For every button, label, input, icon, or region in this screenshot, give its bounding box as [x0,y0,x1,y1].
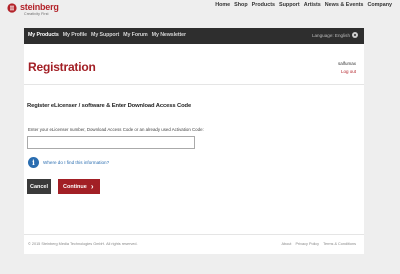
footer-divider [24,234,364,235]
user-nav-bar: My Products My Profile My Support My For… [24,28,364,44]
nav-artists[interactable]: Artists [304,2,321,8]
copyright-text: © 2015 Steinberg Media Technologies GmbH… [28,242,138,246]
nav-news-events[interactable]: News & Events [325,2,364,8]
page-title: Registration [28,60,96,74]
user-nav-my-forum[interactable]: My Forum [123,32,148,38]
logout-link[interactable]: Log out [338,69,356,74]
site-header: steinberg Creativity First Home Shop Pro… [0,0,400,20]
steinberg-logo[interactable]: steinberg Creativity First [7,1,67,19]
footer-link-terms[interactable]: Terms & Conditions [323,242,356,246]
chevron-right-icon: › [90,181,94,191]
code-field-label: Enter your eLicenser number, Download Ac… [28,127,204,132]
main-content-card: My Products My Profile My Support My For… [24,28,364,254]
brand-name: steinberg [20,2,59,12]
info-row: i Where do I find this information? [28,157,109,168]
language-label: Language: English [311,32,350,38]
main-nav: Home Shop Products Support Artists News … [215,2,392,8]
title-divider [24,84,364,85]
nav-shop[interactable]: Shop [234,2,247,8]
user-nav-my-support[interactable]: My Support [91,32,119,38]
registration-form: Register eLicenser / software & Enter Do… [24,93,364,211]
user-nav-my-products[interactable]: My Products [28,32,59,38]
username: salfumax [337,61,356,66]
language-selector[interactable]: Language: English [312,32,358,38]
footer-link-privacy-policy[interactable]: Privacy Policy [295,242,319,246]
nav-home[interactable]: Home [215,2,230,8]
continue-label: Continue [63,183,87,190]
footer-link-about[interactable]: About [282,242,292,246]
brand-tagline: Creativity First [24,12,49,16]
gear-icon [352,32,358,38]
find-info-link[interactable]: Where do I find this information? [43,160,109,165]
nav-company[interactable]: Company [367,2,392,8]
steinberg-logo-mark-icon [7,3,17,13]
form-heading: Register eLicenser / software & Enter Do… [27,103,192,109]
footer-links: About Privacy Policy Terms & Conditions [282,242,357,246]
nav-support[interactable]: Support [279,2,300,8]
license-code-input[interactable] [27,136,195,149]
user-nav-items: My Products My Profile My Support My For… [28,32,186,38]
user-nav-my-profile[interactable]: My Profile [63,32,87,38]
cancel-button[interactable]: Cancel [27,179,51,194]
user-info: salfumax Log out [338,61,356,74]
continue-button[interactable]: Continue › [58,179,100,194]
nav-products[interactable]: Products [252,2,275,8]
info-icon[interactable]: i [28,157,39,168]
user-nav-my-newsletter[interactable]: My Newsletter [152,32,186,38]
